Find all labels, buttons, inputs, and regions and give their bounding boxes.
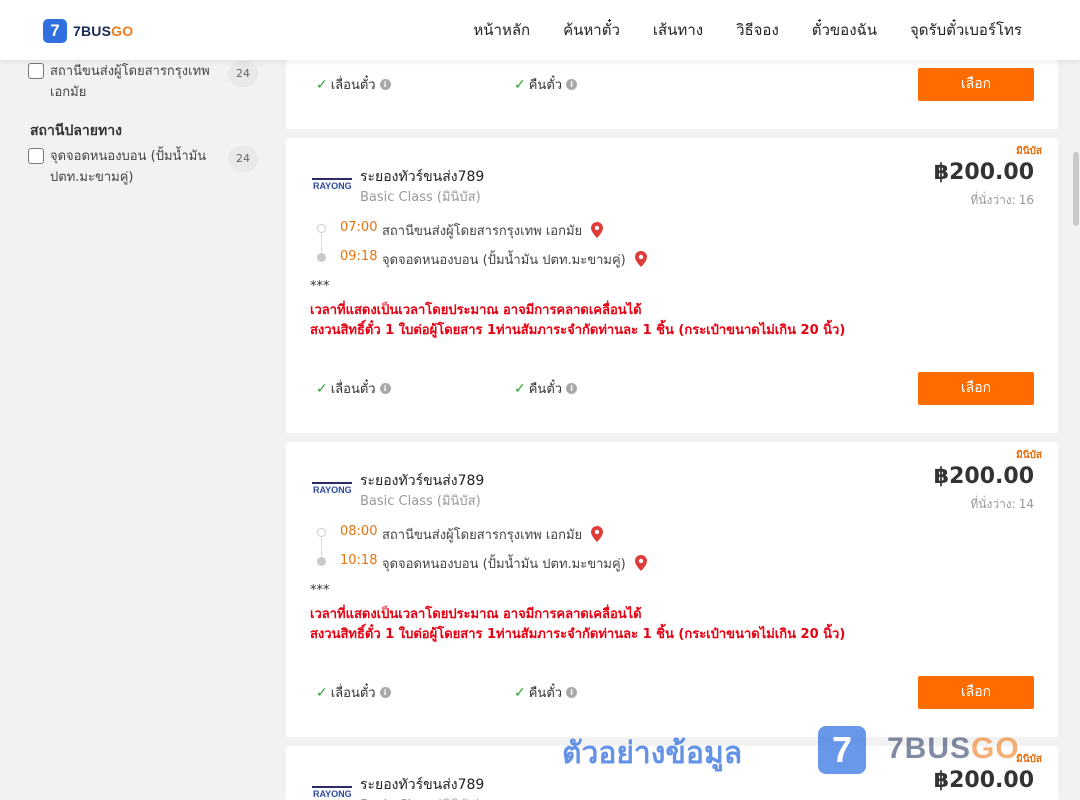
bus-type-tag: มินิบัส <box>1016 754 1042 765</box>
map-pin-icon[interactable] <box>591 222 604 238</box>
check-icon: ✓ <box>514 684 526 701</box>
trip-price: ฿200.00 <box>933 768 1034 793</box>
trip-card: ✓ เลื่อนตั๋ว i ✓ คืนตั๋ว i เลือก <box>286 55 1058 129</box>
nav-my-tickets[interactable]: ตั๋วของฉัน <box>812 18 877 42</box>
operator-logo: RAYONG <box>312 786 352 799</box>
bus-type-tag: มินิบัส <box>1016 450 1042 461</box>
site-logo[interactable]: 7 7BUSGO <box>43 19 133 43</box>
feature-change-ticket: ✓ เลื่อนตั๋ว i <box>316 682 391 703</box>
depart-dot <box>317 528 326 537</box>
main-nav: หน้าหลัก ค้นหาตั๋ว เส้นทาง วิธีจอง ตั๋วข… <box>473 0 1022 60</box>
trip-card: มินิบัส RAYONG ระยองทัวร์ขนส่ง789 Basic … <box>286 746 1058 800</box>
nav-routes[interactable]: เส้นทาง <box>653 18 703 42</box>
svg-text:RAYONG: RAYONG <box>313 181 352 191</box>
note-stars: *** <box>310 583 330 598</box>
operator-name: ระยองทัวร์ขนส่ง789 <box>360 473 485 489</box>
operator-logo: RAYONG <box>312 482 352 495</box>
top-header: 7 7BUSGO หน้าหลัก ค้นหาตั๋ว เส้นทาง วิธี… <box>0 0 1080 60</box>
select-button[interactable]: เลือก <box>918 68 1034 101</box>
arrive-dot <box>317 557 326 566</box>
arrive-dot <box>317 253 326 262</box>
info-icon[interactable]: i <box>566 687 578 698</box>
filter-count-badge: 24 <box>228 146 258 172</box>
operator-logo: RAYONG <box>312 178 352 191</box>
depart-station[interactable]: สถานีขนส่งผู้โดยสารกรุงเทพ เอกมัย <box>382 524 604 545</box>
arrive-time: 09:18 <box>340 249 378 264</box>
bus-class: Basic Class (มินิบัส) <box>360 794 481 800</box>
trip-card: มินิบัส RAYONG ระยองทัวร์ขนส่ง789 Basic … <box>286 138 1058 433</box>
check-icon: ✓ <box>316 76 328 93</box>
note-luggage: สงวนสิทธิ์ตั๋ว 1 ใบต่อผู้โดยสาร 1ท่านสัม… <box>310 627 846 642</box>
destination-heading: สถานีปลายทาง <box>30 123 122 139</box>
filter-checkbox[interactable] <box>28 148 44 164</box>
check-icon: ✓ <box>316 380 328 397</box>
feature-change-ticket: ✓ เลื่อนตั๋ว i <box>316 378 391 399</box>
logo-text: 7BUSGO <box>73 23 134 39</box>
operator-name: ระยองทัวร์ขนส่ง789 <box>360 777 485 793</box>
check-icon: ✓ <box>514 76 526 93</box>
bus-class: Basic Class (มินิบัส) <box>360 494 481 509</box>
trip-price: ฿200.00 <box>933 160 1034 185</box>
seats-available: ที่นั่งว่าง: 14 <box>970 497 1034 511</box>
info-icon[interactable]: i <box>566 79 578 90</box>
depart-dot <box>317 224 326 233</box>
filter-destination-station[interactable]: จุดจอดหนองบอน (ปั้มน้ำมัน ปตท.มะขามคู่) … <box>28 146 258 188</box>
bus-class: Basic Class (มินิบัส) <box>360 190 481 205</box>
depart-time: 08:00 <box>340 524 378 539</box>
nav-search-ticket[interactable]: ค้นหาตั๋ว <box>563 18 620 42</box>
filter-count-badge: 24 <box>228 61 258 87</box>
depart-time: 07:00 <box>340 220 378 235</box>
operator-name: ระยองทัวร์ขนส่ง789 <box>360 169 485 185</box>
filter-checkbox[interactable] <box>28 63 44 79</box>
info-icon[interactable]: i <box>379 79 391 90</box>
map-pin-icon[interactable] <box>591 526 604 542</box>
arrive-station[interactable]: จุดจอดหนองบอน (ปั้มน้ำมัน ปตท.มะขามคู่) <box>382 553 647 574</box>
feature-refund-ticket: ✓ คืนตั๋ว i <box>514 74 578 95</box>
feature-change-ticket: ✓ เลื่อนตั๋ว i <box>316 74 391 95</box>
page-scrollbar[interactable] <box>1072 60 1080 800</box>
filter-label: จุดจอดหนองบอน (ปั้มน้ำมัน ปตท.มะขามคู่) <box>50 149 207 185</box>
arrive-time: 10:18 <box>340 553 378 568</box>
nav-how-to-book[interactable]: วิธีจอง <box>736 18 779 42</box>
seats-available: ที่นั่งว่าง: 16 <box>970 193 1034 207</box>
logo-mark: 7 <box>43 19 67 43</box>
info-icon[interactable]: i <box>566 383 578 394</box>
note-stars: *** <box>310 279 330 294</box>
arrive-station[interactable]: จุดจอดหนองบอน (ปั้มน้ำมัน ปตท.มะขามคู่) <box>382 249 647 270</box>
nav-ticket-points[interactable]: จุดรับตั๋วเบอร์โทร <box>910 18 1022 42</box>
select-button[interactable]: เลือก <box>918 676 1034 709</box>
svg-text:RAYONG: RAYONG <box>313 485 352 495</box>
svg-text:RAYONG: RAYONG <box>313 789 352 799</box>
filter-origin-station[interactable]: สถานีขนส่งผู้โดยสารกรุงเทพ เอกมัย 24 <box>28 61 258 103</box>
map-pin-icon[interactable] <box>634 555 647 571</box>
select-button[interactable]: เลือก <box>918 372 1034 405</box>
check-icon: ✓ <box>316 684 328 701</box>
map-pin-icon[interactable] <box>634 251 647 267</box>
info-icon[interactable]: i <box>379 687 391 698</box>
depart-station[interactable]: สถานีขนส่งผู้โดยสารกรุงเทพ เอกมัย <box>382 220 604 241</box>
feature-refund-ticket: ✓ คืนตั๋ว i <box>514 682 578 703</box>
info-icon[interactable]: i <box>379 383 391 394</box>
check-icon: ✓ <box>514 380 526 397</box>
filter-label: สถานีขนส่งผู้โดยสารกรุงเทพ เอกมัย <box>50 64 210 100</box>
scrollbar-thumb[interactable] <box>1073 152 1079 226</box>
note-time-approx: เวลาที่แสดงเป็นเวลาโดยประมาณ อาจมีการคลา… <box>310 607 642 622</box>
note-luggage: สงวนสิทธิ์ตั๋ว 1 ใบต่อผู้โดยสาร 1ท่านสัม… <box>310 323 846 338</box>
feature-refund-ticket: ✓ คืนตั๋ว i <box>514 378 578 399</box>
nav-home[interactable]: หน้าหลัก <box>473 18 530 42</box>
note-time-approx: เวลาที่แสดงเป็นเวลาโดยประมาณ อาจมีการคลา… <box>310 303 642 318</box>
trip-card: มินิบัส RAYONG ระยองทัวร์ขนส่ง789 Basic … <box>286 442 1058 737</box>
trip-price: ฿200.00 <box>933 464 1034 489</box>
bus-type-tag: มินิบัส <box>1016 146 1042 157</box>
